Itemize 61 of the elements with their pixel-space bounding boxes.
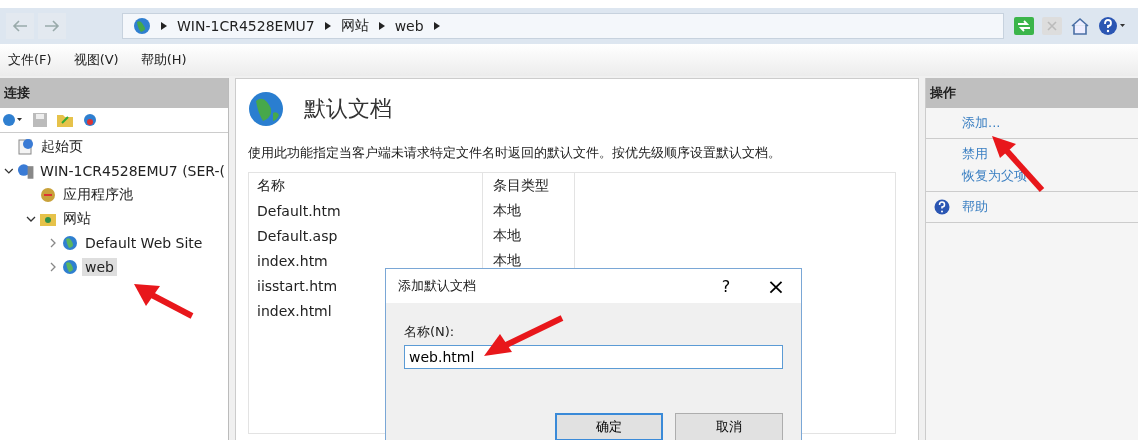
connect-icon[interactable] [2, 112, 24, 128]
separator-arrow-icon [161, 22, 167, 30]
help-icon[interactable] [1098, 16, 1126, 36]
panel-header: 连接 [0, 78, 228, 108]
dialog-button[interactable]: 取消 [675, 413, 783, 440]
expand-chevron-icon[interactable] [48, 262, 58, 272]
menu-item[interactable]: 帮助(H) [140, 51, 187, 69]
address-bar[interactable]: WIN-1CR4528EMU7 网站 web [122, 13, 1004, 39]
globe-icon [133, 17, 151, 35]
separator-arrow-icon [324, 22, 331, 30]
tree-item[interactable]: 网站 [60, 209, 94, 229]
page-title: 默认文档 [304, 95, 392, 123]
table-cell[interactable]: Default.asp [257, 227, 493, 244]
column-header[interactable]: 条目类型 [493, 176, 549, 195]
table-cell[interactable]: Default.htm [257, 202, 493, 219]
action-link[interactable]: 帮助 [962, 198, 988, 216]
server-icon [16, 162, 35, 180]
menu-item[interactable]: 视图(V) [73, 51, 119, 69]
globe-icon [248, 91, 284, 127]
help-button[interactable]: ? [701, 275, 751, 297]
breadcrumb-item[interactable]: web [394, 18, 424, 34]
name-input[interactable]: web.html [404, 345, 783, 369]
globe-icon [61, 234, 79, 252]
start-page-icon [17, 138, 35, 156]
help-icon [934, 199, 950, 215]
annotation-arrow [132, 282, 194, 320]
menu-item[interactable]: 文件(F) [8, 51, 52, 69]
folder-icon[interactable] [56, 112, 74, 128]
tree-item[interactable]: 起始页 [38, 137, 86, 157]
separator-arrow-icon [433, 22, 440, 30]
back-arrow-icon [12, 19, 28, 33]
table-cell[interactable]: 本地 [493, 226, 521, 245]
panel-header: 操作 [926, 78, 1138, 108]
collapse-chevron-icon[interactable] [26, 214, 36, 224]
save-icon[interactable] [32, 112, 48, 128]
pool-icon [39, 186, 57, 204]
dialog-title: 添加默认文档 [398, 277, 477, 295]
field-label: 名称(N): [404, 323, 456, 341]
separator-arrow-icon [378, 22, 385, 30]
home-icon[interactable] [1070, 17, 1090, 35]
tree-item[interactable]: Default Web Site [82, 234, 206, 252]
annotation-arrow [990, 134, 1046, 194]
expand-chevron-icon[interactable] [48, 238, 58, 248]
table-cell[interactable]: 本地 [493, 201, 521, 220]
close-button[interactable]: × [751, 272, 801, 300]
dialog-button[interactable]: 确定 [555, 413, 663, 440]
breadcrumb-item[interactable]: WIN-1CR4528EMU7 [177, 18, 315, 34]
description-text: 使用此功能指定当客户端未请求特定文件名时返回的默认文件。按优先级顺序设置默认文档。 [248, 145, 782, 162]
refresh-icon[interactable] [1014, 17, 1034, 35]
tree-item[interactable]: web [82, 258, 117, 276]
table-cell[interactable]: 本地 [493, 251, 521, 270]
action-link[interactable]: 禁用 [962, 145, 988, 163]
tree-item[interactable]: 应用程序池 [60, 185, 136, 205]
action-link[interactable]: 添加... [962, 114, 1001, 132]
breadcrumb-item[interactable]: 网站 [340, 17, 369, 35]
globe-icon [61, 258, 79, 276]
column-header[interactable]: 名称 [257, 176, 493, 195]
forward-arrow-icon [44, 19, 60, 33]
tree-item[interactable]: WIN-1CR4528EMU7 (SER-( [37, 162, 228, 180]
collapse-chevron-icon[interactable] [4, 166, 14, 176]
table-cell[interactable]: index.htm [257, 252, 493, 269]
